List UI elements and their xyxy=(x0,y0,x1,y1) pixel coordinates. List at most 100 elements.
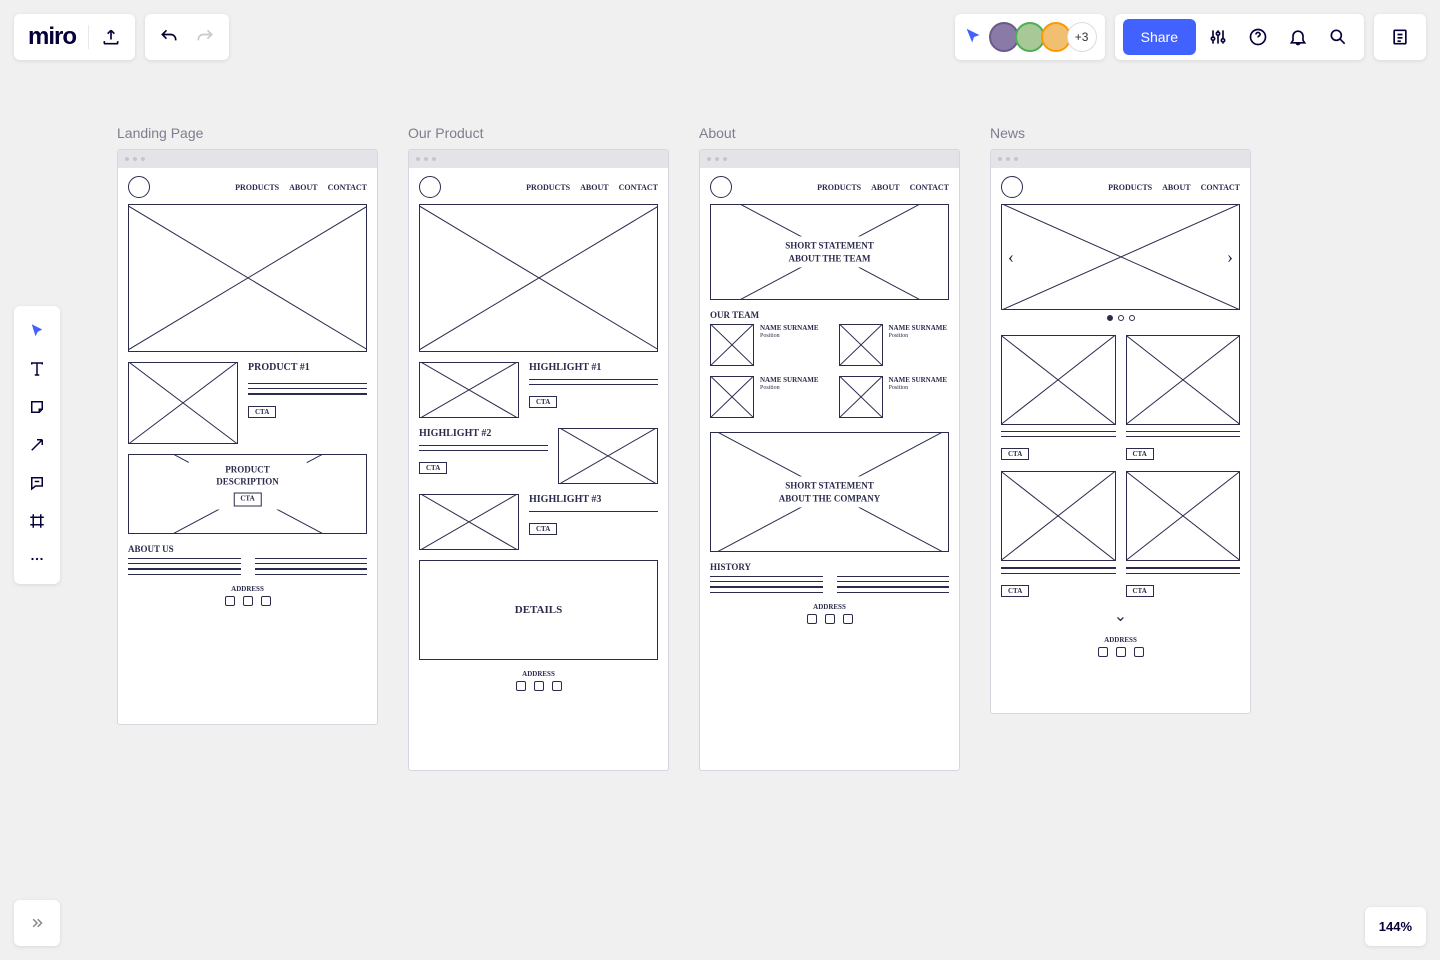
wf-cta: CTA xyxy=(529,396,557,408)
wf-social-icon xyxy=(534,681,544,691)
help-button[interactable] xyxy=(1240,19,1276,55)
undo-button[interactable] xyxy=(151,19,187,55)
wf-product1-title: PRODUCT #1 xyxy=(248,362,367,373)
wf-social-icon xyxy=(516,681,526,691)
wf-news-image xyxy=(1126,471,1241,561)
wf-hero-image xyxy=(128,204,367,352)
arrow-icon xyxy=(28,436,46,454)
export-button[interactable] xyxy=(93,19,129,55)
tool-more[interactable] xyxy=(14,540,60,578)
wf-hero-image xyxy=(419,204,658,352)
help-icon xyxy=(1248,27,1268,47)
bell-icon xyxy=(1288,27,1308,47)
wf-highlight2: HIGHLIGHT #2 xyxy=(419,428,548,439)
wf-arrow-right-icon: › xyxy=(1225,245,1235,270)
wf-team-name: NAME SURNAME xyxy=(889,324,948,333)
notes-button[interactable] xyxy=(1382,19,1418,55)
wf-highlight1: HIGHLIGHT #1 xyxy=(529,362,658,373)
wf-social-icon xyxy=(552,681,562,691)
wf-cta: CTA xyxy=(1126,585,1154,597)
wf-highlight-image xyxy=(419,494,519,550)
redo-icon xyxy=(195,27,215,47)
wf-address: ADDRESS xyxy=(1001,636,1240,644)
wf-product-desc: PRODUCT DESCRIPTION xyxy=(216,464,279,487)
frame-title-landing[interactable]: Landing Page xyxy=(117,125,378,141)
wf-cta: CTA xyxy=(419,462,447,474)
tool-text[interactable] xyxy=(14,350,60,388)
zoom-level[interactable]: 144% xyxy=(1365,907,1426,946)
frame-product[interactable]: PRODUCTS ABOUT CONTACT HIGHLIGHT #1 CTA xyxy=(408,149,669,771)
wf-chevron-down-icon: ⌄ xyxy=(1001,606,1240,626)
wf-team-position: Position xyxy=(760,333,819,341)
settings-button[interactable] xyxy=(1200,19,1236,55)
wf-team-statement: SHORT STATEMENT ABOUT THE TEAM xyxy=(770,236,889,267)
chevron-double-right-icon xyxy=(28,914,46,932)
tool-select[interactable] xyxy=(14,312,60,350)
search-button[interactable] xyxy=(1320,19,1356,55)
expand-button[interactable] xyxy=(14,900,60,946)
browser-bar xyxy=(991,150,1250,168)
wf-social-icon xyxy=(1098,647,1108,657)
tool-frame[interactable] xyxy=(14,502,60,540)
wf-nav-about: ABOUT xyxy=(871,183,899,192)
collaborators-group: +3 xyxy=(955,14,1105,60)
tool-comment[interactable] xyxy=(14,464,60,502)
wf-social-icon xyxy=(261,596,271,606)
wf-social-icon xyxy=(825,614,835,624)
cursor-icon xyxy=(963,26,985,48)
wf-team-avatar xyxy=(710,324,754,366)
wf-social-icon xyxy=(807,614,817,624)
notifications-button[interactable] xyxy=(1280,19,1316,55)
frame-title-product[interactable]: Our Product xyxy=(408,125,669,141)
wf-logo-placeholder xyxy=(710,176,732,198)
wf-news-image xyxy=(1001,335,1116,425)
wf-cta: CTA xyxy=(1126,448,1154,460)
wf-social-icon xyxy=(243,596,253,606)
wf-logo-placeholder xyxy=(128,176,150,198)
wf-details: DETAILS xyxy=(419,560,658,660)
wf-logo-placeholder xyxy=(419,176,441,198)
wf-team-name: NAME SURNAME xyxy=(889,376,948,385)
wf-news-image xyxy=(1126,335,1241,425)
wf-nav-contact: CONTACT xyxy=(328,183,367,192)
frame-title-about[interactable]: About xyxy=(699,125,960,141)
wf-cta: CTA xyxy=(1001,585,1029,597)
share-button[interactable]: Share xyxy=(1123,19,1196,55)
wf-nav-about: ABOUT xyxy=(289,183,317,192)
wf-team-avatar xyxy=(710,376,754,418)
frame-title-news[interactable]: News xyxy=(990,125,1251,141)
comment-icon xyxy=(28,474,46,492)
browser-bar xyxy=(700,150,959,168)
wf-cta: CTA xyxy=(1001,448,1029,460)
notes-icon xyxy=(1390,27,1410,47)
wf-arrow-left-icon: ‹ xyxy=(1006,245,1016,270)
tool-sticky[interactable] xyxy=(14,388,60,426)
frame-news[interactable]: PRODUCTS ABOUT CONTACT ‹ › CTA CTA xyxy=(990,149,1251,714)
wf-dot xyxy=(1118,315,1124,321)
wf-our-team: OUR TEAM xyxy=(710,310,949,320)
wf-about-us: ABOUT US xyxy=(128,544,367,554)
frame-landing[interactable]: PRODUCTS ABOUT CONTACT PRODUCT #1 CTA xyxy=(117,149,378,725)
wf-nav-contact: CONTACT xyxy=(619,183,658,192)
wf-highlight-image xyxy=(419,362,519,418)
frame-about[interactable]: PRODUCTS ABOUT CONTACT SHORT STATEMENT A… xyxy=(699,149,960,771)
wf-dot xyxy=(1107,315,1113,321)
wf-product-image xyxy=(128,362,238,444)
wf-social-icon xyxy=(225,596,235,606)
more-icon xyxy=(28,550,46,568)
avatar-extra-count[interactable]: +3 xyxy=(1067,22,1097,52)
wf-team-position: Position xyxy=(889,385,948,393)
divider xyxy=(88,25,89,49)
wf-nav-products: PRODUCTS xyxy=(526,183,570,192)
wf-nav-about: ABOUT xyxy=(580,183,608,192)
wf-nav-products: PRODUCTS xyxy=(1108,183,1152,192)
redo-button[interactable] xyxy=(187,19,223,55)
wf-cta: CTA xyxy=(233,492,261,506)
wf-team-position: Position xyxy=(889,333,948,341)
app-logo[interactable]: miro xyxy=(20,23,84,51)
wf-company-statement: SHORT STATEMENT ABOUT THE COMPANY xyxy=(770,476,889,507)
sliders-icon xyxy=(1208,27,1228,47)
browser-bar xyxy=(118,150,377,168)
wf-team-avatar xyxy=(839,324,883,366)
tool-arrow[interactable] xyxy=(14,426,60,464)
